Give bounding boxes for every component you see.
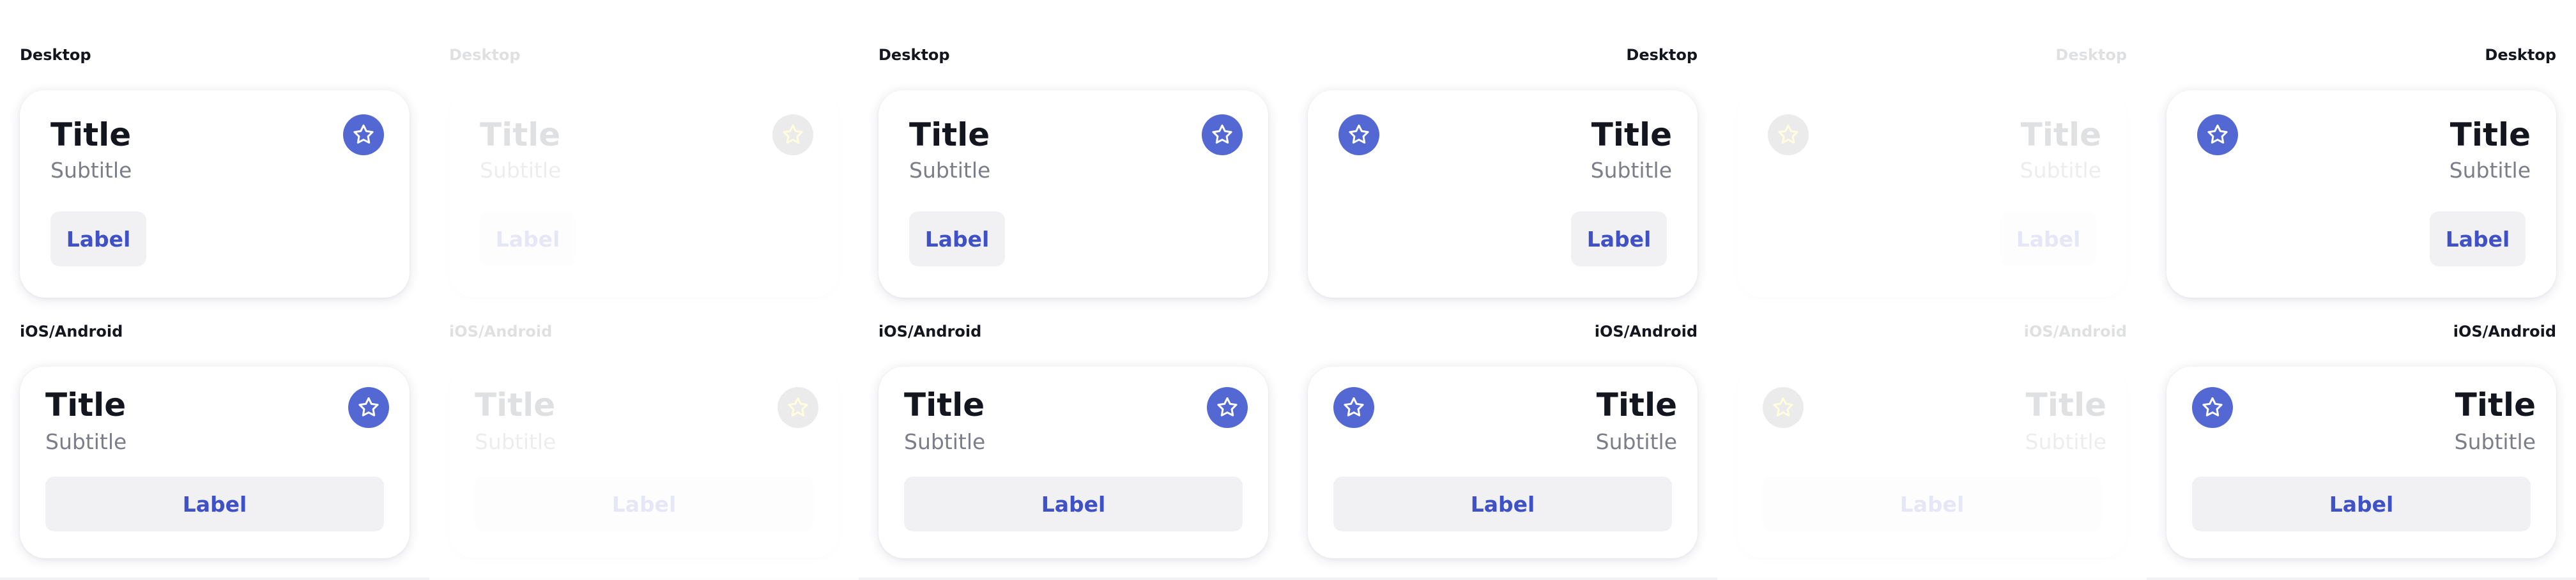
- section-label-desktop: Desktop: [878, 46, 950, 64]
- favorite-button[interactable]: [1333, 387, 1374, 428]
- card-subtitle: Subtitle: [2020, 158, 2101, 183]
- favorite-button[interactable]: [2192, 387, 2233, 428]
- card-title: Title: [45, 386, 126, 424]
- column-divider: [1288, 577, 1717, 580]
- desktop-card: Title Subtitle Label: [449, 90, 839, 298]
- label-button[interactable]: Label: [50, 211, 146, 266]
- card-subtitle: Subtitle: [904, 429, 986, 454]
- card-title: Title: [2020, 116, 2101, 153]
- column-divider: [1717, 577, 2147, 580]
- favorite-button[interactable]: [778, 387, 818, 428]
- section-label-desktop: Desktop: [2485, 46, 2556, 64]
- favorite-button[interactable]: [348, 387, 389, 428]
- label-button[interactable]: Label: [2192, 477, 2531, 531]
- label-button[interactable]: Label: [475, 477, 813, 531]
- star-icon: [353, 124, 374, 144]
- mobile-card: Title Subtitle Label: [2166, 367, 2556, 558]
- card-subtitle: Subtitle: [909, 158, 991, 183]
- card-subtitle: Subtitle: [480, 158, 562, 183]
- variant-column-2: Desktop Title Subtitle Label iOS/Android…: [429, 0, 859, 580]
- label-button[interactable]: Label: [1333, 477, 1672, 531]
- star-icon: [1349, 124, 1369, 144]
- section-label-mobile: iOS/Android: [2023, 323, 2127, 340]
- label-button[interactable]: Label: [904, 477, 1243, 531]
- mobile-card: Title Subtitle Label: [1308, 367, 1698, 558]
- card-title: Title: [909, 116, 990, 153]
- mobile-card: Title Subtitle Label: [20, 367, 410, 558]
- card-title: Title: [2455, 386, 2536, 424]
- label-button[interactable]: Label: [2000, 211, 2096, 266]
- section-label-desktop: Desktop: [2055, 46, 2127, 64]
- favorite-button[interactable]: [1338, 114, 1379, 155]
- section-label-mobile: iOS/Android: [449, 323, 553, 340]
- mobile-card: Title Subtitle Label: [878, 367, 1268, 558]
- section-label-desktop: Desktop: [1626, 46, 1698, 64]
- label-button[interactable]: Label: [1763, 477, 2101, 531]
- card-title: Title: [2450, 116, 2531, 153]
- variant-column-3: Desktop Title Subtitle Label iOS/Android…: [859, 0, 1288, 580]
- variant-column-6: Desktop Title Subtitle Label iOS/Android…: [2147, 0, 2576, 580]
- star-icon: [1217, 397, 1238, 416]
- star-icon: [1773, 397, 1793, 416]
- label-button[interactable]: Label: [1571, 211, 1667, 266]
- variant-column-4: Desktop Title Subtitle Label iOS/Android…: [1288, 0, 1717, 580]
- column-divider: [2147, 577, 2576, 580]
- section-label-mobile: iOS/Android: [2453, 323, 2556, 340]
- favorite-button[interactable]: [2197, 114, 2238, 155]
- card-title: Title: [1596, 386, 1677, 424]
- star-icon: [1212, 124, 1232, 144]
- favorite-button[interactable]: [343, 114, 384, 155]
- label-button[interactable]: Label: [45, 477, 384, 531]
- card-title: Title: [475, 386, 556, 424]
- card-subtitle: Subtitle: [2449, 158, 2531, 183]
- card-title: Title: [480, 116, 561, 153]
- star-icon: [2202, 397, 2223, 416]
- card-title: Title: [1591, 116, 1672, 153]
- star-icon: [2207, 124, 2228, 144]
- desktop-card: Title Subtitle Label: [2166, 90, 2556, 298]
- variant-column-5: Desktop Title Subtitle Label iOS/Android…: [1717, 0, 2147, 580]
- section-label-desktop: Desktop: [20, 46, 91, 64]
- section-label-mobile: iOS/Android: [1594, 323, 1698, 340]
- favorite-button[interactable]: [772, 114, 813, 155]
- card-subtitle: Subtitle: [50, 158, 132, 183]
- desktop-card: Title Subtitle Label: [878, 90, 1268, 298]
- mobile-card: Title Subtitle Label: [1737, 367, 2127, 558]
- desktop-card: Title Subtitle Label: [1308, 90, 1698, 298]
- section-label-mobile: iOS/Android: [878, 323, 982, 340]
- column-divider: [0, 577, 429, 580]
- card-subtitle: Subtitle: [2454, 429, 2536, 454]
- component-showcase: Desktop Title Subtitle Label iOS/Android…: [0, 0, 2576, 580]
- card-subtitle: Subtitle: [45, 429, 127, 454]
- favorite-button[interactable]: [1202, 114, 1243, 155]
- card-title: Title: [2025, 386, 2106, 424]
- card-subtitle: Subtitle: [1590, 158, 1672, 183]
- section-label-mobile: iOS/Android: [20, 323, 123, 340]
- label-button[interactable]: Label: [480, 211, 576, 266]
- star-icon: [783, 124, 803, 144]
- star-icon: [788, 397, 808, 416]
- star-icon: [358, 397, 379, 416]
- label-button[interactable]: Label: [2430, 211, 2526, 266]
- card-title: Title: [50, 116, 132, 153]
- variant-column-1: Desktop Title Subtitle Label iOS/Android…: [0, 0, 429, 580]
- favorite-button[interactable]: [1207, 387, 1248, 428]
- star-icon: [1344, 397, 1364, 416]
- card-subtitle: Subtitle: [475, 429, 556, 454]
- card-subtitle: Subtitle: [2025, 429, 2106, 454]
- card-title: Title: [904, 386, 985, 424]
- section-label-desktop: Desktop: [449, 46, 521, 64]
- column-divider: [429, 577, 859, 580]
- mobile-card: Title Subtitle Label: [449, 367, 839, 558]
- card-subtitle: Subtitle: [1595, 429, 1677, 454]
- label-button[interactable]: Label: [909, 211, 1005, 266]
- column-divider: [859, 577, 1288, 580]
- favorite-button[interactable]: [1768, 114, 1809, 155]
- desktop-card: Title Subtitle Label: [20, 90, 410, 298]
- favorite-button[interactable]: [1763, 387, 1804, 428]
- desktop-card: Title Subtitle Label: [1737, 90, 2127, 298]
- star-icon: [1778, 124, 1798, 144]
